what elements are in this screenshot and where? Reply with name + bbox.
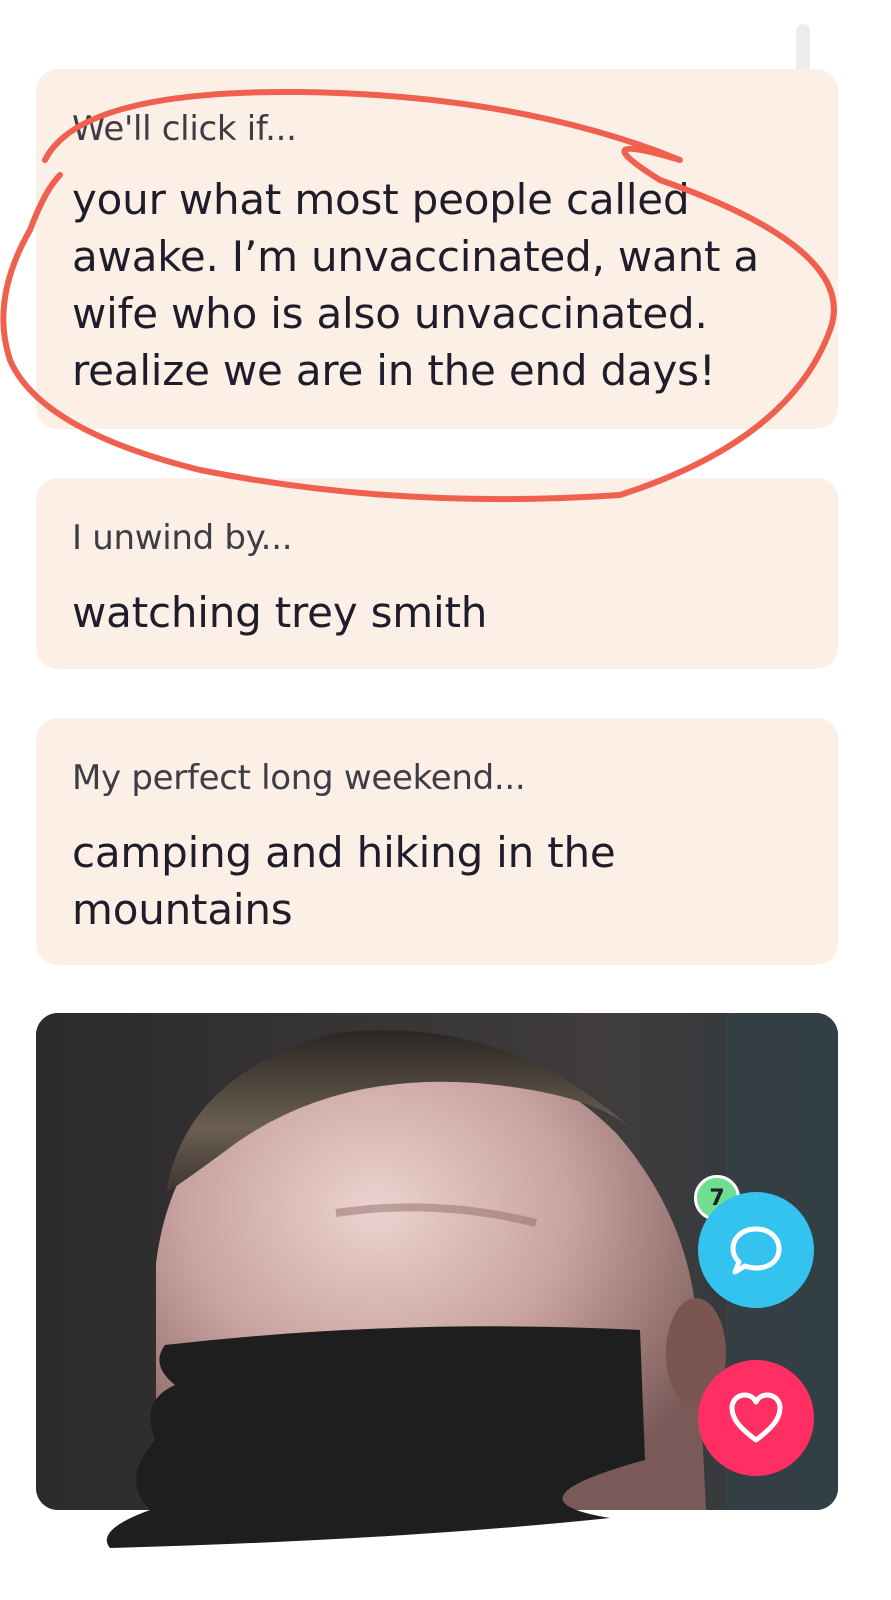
chat-bubble-icon [730,1226,782,1275]
like-button[interactable] [698,1360,814,1476]
heart-icon [729,1392,783,1443]
chat-button[interactable] [698,1192,814,1308]
